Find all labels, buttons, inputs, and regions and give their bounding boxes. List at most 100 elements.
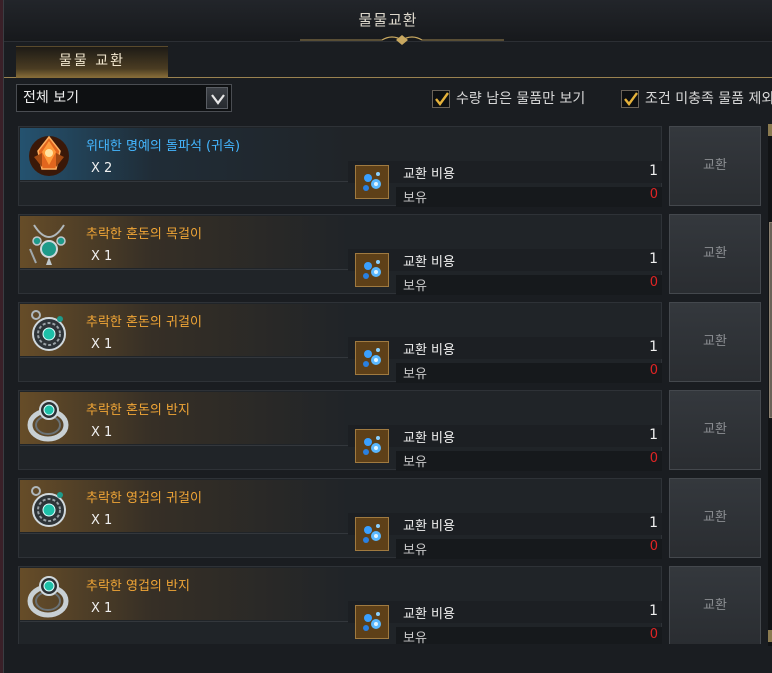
exchange-material-icon[interactable] bbox=[355, 253, 389, 287]
cost-block: 교환 비용 보유 1 0 bbox=[348, 511, 664, 559]
cost-block: 교환 비용 보유 1 0 bbox=[348, 159, 664, 207]
item-panel: 추락한 영겁의 귀걸이 X 1 교환 비용 보유 1 0 bbox=[18, 478, 664, 559]
exchange-material-icon[interactable] bbox=[355, 429, 389, 463]
divider bbox=[20, 621, 350, 622]
item-panel: 추락한 혼돈의 귀걸이 X 1 교환 비용 보유 1 0 bbox=[18, 302, 662, 383]
earring-icon[interactable] bbox=[24, 483, 74, 533]
divider bbox=[20, 181, 350, 182]
tab-bar: 물물 교환 bbox=[4, 42, 772, 78]
item-quantity: X 1 bbox=[91, 513, 113, 528]
list-item: 추락한 혼돈의 귀걸이 X 1 교환 비용 보유 1 0 교환 bbox=[18, 302, 762, 383]
barter-window: 물물교환 물물 교환 전체 보기 수량 남은 물품만 보기 조건 미충족 물품 … bbox=[3, 0, 772, 673]
owned-row bbox=[396, 187, 662, 207]
filter-toolbar: 전체 보기 수량 남은 물품만 보기 조건 미충족 물품 제외 bbox=[4, 80, 772, 118]
checkbox-label: 수량 남은 물품만 보기 bbox=[456, 91, 586, 107]
owned-label: 보유 bbox=[403, 191, 427, 206]
owned-label: 보유 bbox=[403, 631, 427, 644]
exchange-material-icon[interactable] bbox=[355, 341, 389, 375]
divider bbox=[20, 533, 350, 534]
cost-label: 교환 비용 bbox=[403, 519, 455, 534]
checkbox-checked-icon[interactable] bbox=[432, 90, 450, 108]
owned-value: 0 bbox=[649, 539, 658, 554]
cost-block: 교환 비용 보유 1 0 bbox=[348, 247, 664, 295]
list-item: 위대한 명예의 돌파석 (귀속) X 2 교환 비용 보유 1 0 교환 bbox=[18, 126, 762, 207]
cost-row bbox=[348, 601, 662, 623]
checkbox-label: 조건 미충족 물품 제외 bbox=[645, 91, 772, 107]
tab-barter[interactable]: 물물 교환 bbox=[16, 46, 168, 78]
cost-label: 교환 비용 bbox=[403, 255, 455, 270]
item-name: 추락한 영겁의 반지 bbox=[86, 579, 190, 594]
filter-dropdown-value: 전체 보기 bbox=[23, 90, 79, 106]
exchange-material-icon[interactable] bbox=[355, 605, 389, 639]
scroll-up-arrow-icon[interactable] bbox=[768, 124, 772, 136]
exchange-material-icon[interactable] bbox=[355, 165, 389, 199]
owned-value: 0 bbox=[649, 627, 658, 642]
item-name: 위대한 명예의 돌파석 (귀속) bbox=[86, 139, 241, 154]
checkbox-checked-icon[interactable] bbox=[621, 90, 639, 108]
divider bbox=[20, 445, 350, 446]
list-item: 추락한 영겁의 귀걸이 X 1 교환 비용 보유 1 0 교환 bbox=[18, 478, 762, 559]
owned-label: 보유 bbox=[403, 279, 427, 294]
cost-value: 1 bbox=[649, 163, 658, 179]
owned-row bbox=[396, 451, 662, 471]
ring-icon[interactable] bbox=[24, 571, 74, 621]
cost-value: 1 bbox=[649, 251, 658, 267]
ring-icon[interactable] bbox=[24, 395, 74, 445]
owned-row bbox=[396, 627, 662, 644]
divider bbox=[20, 357, 350, 358]
item-quantity: X 1 bbox=[91, 337, 113, 352]
item-name: 추락한 혼돈의 반지 bbox=[86, 403, 190, 418]
necklace-icon[interactable] bbox=[24, 219, 74, 269]
item-name: 추락한 영겁의 귀걸이 bbox=[86, 491, 202, 506]
cost-row bbox=[348, 513, 662, 535]
item-quantity: X 1 bbox=[91, 425, 113, 440]
earring-icon[interactable] bbox=[24, 307, 74, 357]
item-panel: 위대한 명예의 돌파석 (귀속) X 2 교환 비용 보유 1 0 bbox=[18, 126, 664, 207]
cost-value: 1 bbox=[649, 339, 658, 355]
scrollbar[interactable] bbox=[768, 124, 772, 646]
owned-value: 0 bbox=[649, 275, 658, 290]
item-name: 추락한 혼돈의 목걸이 bbox=[86, 227, 202, 242]
exchange-button[interactable]: 교환 bbox=[669, 566, 761, 644]
exchange-button[interactable]: 교환 bbox=[669, 126, 761, 206]
cost-block: 교환 비용 보유 1 0 bbox=[348, 423, 664, 471]
chevron-down-icon[interactable] bbox=[206, 87, 228, 109]
cost-block: 교환 비용 보유 1 0 bbox=[348, 599, 664, 644]
list-item: 추락한 혼돈의 반지 X 1 교환 비용 보유 1 0 교환 bbox=[18, 390, 762, 471]
cost-value: 1 bbox=[649, 515, 658, 531]
owned-label: 보유 bbox=[403, 543, 427, 558]
filter-dropdown[interactable]: 전체 보기 bbox=[16, 84, 232, 112]
cost-value: 1 bbox=[649, 603, 658, 619]
item-quantity: X 1 bbox=[91, 249, 113, 264]
title-bar[interactable]: 물물교환 bbox=[4, 0, 772, 45]
owned-value: 0 bbox=[649, 451, 658, 466]
owned-row bbox=[396, 275, 662, 295]
cost-label: 교환 비용 bbox=[403, 343, 455, 358]
owned-value: 0 bbox=[649, 187, 658, 202]
item-quantity: X 1 bbox=[91, 601, 113, 616]
cost-row bbox=[348, 425, 662, 447]
scroll-down-arrow-icon[interactable] bbox=[768, 630, 772, 642]
owned-row bbox=[396, 363, 662, 383]
cost-label: 교환 비용 bbox=[403, 607, 455, 622]
exchange-button[interactable]: 교환 bbox=[669, 214, 761, 294]
cost-value: 1 bbox=[649, 427, 658, 443]
item-panel: 추락한 영겁의 반지 X 1 교환 비용 보유 1 0 bbox=[18, 566, 662, 644]
item-panel: 추락한 혼돈의 반지 X 1 교환 비용 보유 1 0 bbox=[18, 390, 664, 471]
exchange-button[interactable]: 교환 bbox=[669, 478, 761, 558]
exchange-button[interactable]: 교환 bbox=[669, 390, 761, 470]
owned-value: 0 bbox=[649, 363, 658, 378]
owned-row bbox=[396, 539, 662, 559]
item-name: 추락한 혼돈의 귀걸이 bbox=[86, 315, 202, 330]
owned-label: 보유 bbox=[403, 455, 427, 470]
cost-label: 교환 비용 bbox=[403, 167, 455, 182]
exchange-material-icon[interactable] bbox=[355, 517, 389, 551]
list-item: 추락한 영겁의 반지 X 1 교환 비용 보유 1 0 교환 bbox=[18, 566, 762, 644]
cost-row bbox=[348, 249, 662, 271]
list-item: 추락한 혼돈의 목걸이 X 1 교환 비용 보유 1 0 교환 bbox=[18, 214, 762, 295]
cost-row bbox=[348, 337, 662, 359]
cost-row bbox=[348, 161, 662, 183]
exchange-button[interactable]: 교환 bbox=[669, 302, 761, 382]
divider bbox=[20, 269, 350, 270]
honor-stone-icon[interactable] bbox=[24, 131, 74, 181]
